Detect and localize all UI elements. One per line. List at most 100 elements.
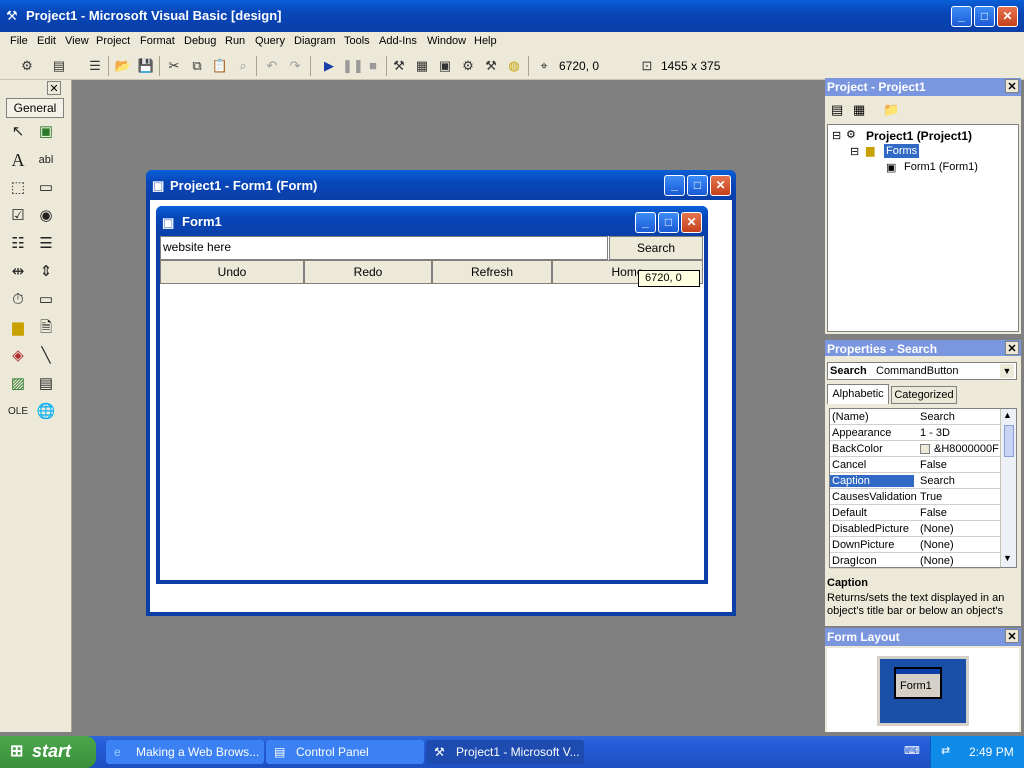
menu-project[interactable]: Project bbox=[96, 35, 130, 47]
properties-panel-close-button[interactable]: ✕ bbox=[1005, 341, 1019, 355]
form1-title-bar[interactable]: ▣ Form1 _ □ ✕ bbox=[156, 206, 708, 236]
shape-icon[interactable]: ◈ bbox=[6, 344, 30, 368]
form1-close-button[interactable]: ✕ bbox=[681, 212, 702, 233]
hscrollbar-icon[interactable]: ⇹ bbox=[6, 260, 30, 284]
clock[interactable]: 2:49 PM bbox=[969, 745, 1014, 759]
commandbutton-icon[interactable]: ▭ bbox=[34, 176, 58, 200]
redo-button[interactable]: Redo bbox=[304, 260, 432, 284]
property-row[interactable]: Default False bbox=[830, 505, 1000, 521]
webbrowser-icon[interactable]: 🌐 bbox=[34, 400, 58, 424]
menu-format[interactable]: Format bbox=[140, 35, 175, 47]
picturebox-icon[interactable]: ▣ bbox=[34, 120, 58, 144]
listbox-icon[interactable]: ☰ bbox=[34, 232, 58, 256]
drivelistbox-icon[interactable]: ▭ bbox=[34, 288, 58, 312]
menu-query[interactable]: Query bbox=[255, 35, 285, 47]
toolbox-close-button[interactable]: ✕ bbox=[47, 81, 61, 95]
vscrollbar-icon[interactable]: ⇕ bbox=[34, 260, 58, 284]
collapse-icon[interactable]: ⊟ bbox=[850, 145, 859, 158]
dirlistbox-icon[interactable]: ▆ bbox=[6, 316, 30, 340]
data-control-icon[interactable]: ▤ bbox=[34, 372, 58, 396]
start-button[interactable]: ⊞ start bbox=[0, 736, 96, 768]
menu-editor-icon[interactable]: ☰ bbox=[86, 57, 104, 75]
project-panel-close-button[interactable]: ✕ bbox=[1005, 79, 1019, 93]
search-button[interactable]: Search bbox=[609, 236, 703, 260]
ole-icon[interactable]: OLE bbox=[6, 400, 30, 424]
image-icon[interactable]: ▨ bbox=[6, 372, 30, 396]
taskbar-item-vb[interactable]: ⚒ Project1 - Microsoft V... bbox=[426, 740, 584, 764]
optionbutton-icon[interactable]: ◉ bbox=[34, 204, 58, 228]
form1-window[interactable]: ▣ Form1 _ □ ✕ website here Search Undo R… bbox=[156, 206, 708, 584]
property-row[interactable]: BackColor &H8000000F bbox=[830, 441, 1000, 457]
line-icon[interactable]: ╲ bbox=[34, 344, 58, 368]
property-row[interactable]: DisabledPicture (None) bbox=[830, 521, 1000, 537]
keyboard-icon[interactable]: ⌨ bbox=[904, 744, 920, 757]
timer-icon[interactable]: ⏱ bbox=[6, 288, 30, 312]
url-textbox[interactable]: website here bbox=[160, 236, 608, 260]
object-browser-icon[interactable]: ⚙ bbox=[459, 57, 477, 75]
paste-icon[interactable]: 📋 bbox=[211, 57, 229, 75]
tree-forms-folder[interactable]: Forms bbox=[884, 144, 920, 158]
menu-view[interactable]: View bbox=[65, 35, 89, 47]
break-icon[interactable]: ❚❚ bbox=[342, 57, 364, 75]
toolbox-general-tab[interactable]: General bbox=[6, 98, 64, 118]
redo-icon[interactable]: ↷ bbox=[286, 57, 304, 75]
frame-icon[interactable]: ⬚ bbox=[6, 176, 30, 200]
designer-minimize-button[interactable]: _ bbox=[664, 175, 685, 196]
menu-edit[interactable]: Edit bbox=[37, 35, 56, 47]
start-icon[interactable]: ▶ bbox=[320, 57, 338, 75]
tab-alphabetic[interactable]: Alphabetic bbox=[827, 384, 889, 404]
pointer-icon[interactable]: ↖ bbox=[6, 120, 30, 144]
label-icon[interactable]: A bbox=[6, 148, 30, 172]
designer-maximize-button[interactable]: □ bbox=[687, 175, 708, 196]
property-row[interactable]: DownPicture (None) bbox=[830, 537, 1000, 553]
undo-button[interactable]: Undo bbox=[160, 260, 304, 284]
toggle-folders-icon[interactable]: 📁 bbox=[883, 102, 899, 118]
taskbar-item-browser[interactable]: e Making a Web Brows... bbox=[106, 740, 264, 764]
menu-tools[interactable]: Tools bbox=[344, 35, 370, 47]
taskbar-item-control-panel[interactable]: ▤ Control Panel bbox=[266, 740, 424, 764]
menu-add-ins[interactable]: Add-Ins bbox=[379, 35, 417, 47]
refresh-button[interactable]: Refresh bbox=[432, 260, 552, 284]
layout-panel-close-button[interactable]: ✕ bbox=[1005, 629, 1019, 643]
designer-close-button[interactable]: ✕ bbox=[710, 175, 731, 196]
copy-icon[interactable]: ⧉ bbox=[188, 57, 206, 75]
menu-file[interactable]: File bbox=[10, 35, 28, 47]
find-icon[interactable]: ⌕ bbox=[234, 57, 252, 75]
filelistbox-icon[interactable]: 🗎 bbox=[34, 316, 58, 340]
combobox-icon[interactable]: ☷ bbox=[6, 232, 30, 256]
form1-maximize-button[interactable]: □ bbox=[658, 212, 679, 233]
menu-debug[interactable]: Debug bbox=[184, 35, 216, 47]
close-button[interactable]: ✕ bbox=[997, 6, 1018, 27]
open-project-icon[interactable]: 📂 bbox=[114, 57, 132, 75]
add-form-icon[interactable]: ▤ bbox=[50, 57, 68, 75]
tab-categorized[interactable]: Categorized bbox=[891, 386, 957, 404]
property-row[interactable]: (Name) Search bbox=[830, 409, 1000, 425]
form1-minimize-button[interactable]: _ bbox=[635, 212, 656, 233]
end-icon[interactable]: ■ bbox=[364, 57, 382, 75]
scroll-down-icon[interactable]: ▼ bbox=[1003, 553, 1012, 563]
cut-icon[interactable]: ✂ bbox=[165, 57, 183, 75]
project-explorer-icon[interactable]: ⚒ bbox=[390, 57, 408, 75]
tree-form1-item[interactable]: Form1 (Form1) bbox=[904, 161, 978, 173]
property-scrollbar[interactable]: ▲ ▼ bbox=[1000, 409, 1016, 567]
property-row[interactable]: Cancel False bbox=[830, 457, 1000, 473]
form-layout-icon[interactable]: ▣ bbox=[436, 57, 454, 75]
maximize-button[interactable]: □ bbox=[974, 6, 995, 27]
object-selector[interactable]: Search CommandButton ▼ bbox=[827, 362, 1017, 380]
view-object-icon[interactable]: ▦ bbox=[853, 102, 865, 118]
undo-icon[interactable]: ↶ bbox=[263, 57, 281, 75]
network-icon[interactable]: ⇄ bbox=[941, 744, 950, 757]
menu-help[interactable]: Help bbox=[474, 35, 497, 47]
textbox-icon[interactable]: abl bbox=[34, 148, 58, 172]
toolbox-icon[interactable]: ⚒ bbox=[482, 57, 500, 75]
property-row[interactable]: DragIcon (None) bbox=[830, 553, 1000, 569]
property-row[interactable]: Appearance 1 - 3D bbox=[830, 425, 1000, 441]
view-code-icon[interactable]: ▤ bbox=[831, 102, 843, 118]
chevron-down-icon[interactable]: ▼ bbox=[1000, 364, 1014, 378]
property-row-selected[interactable]: Caption Search bbox=[830, 473, 1000, 489]
minimize-button[interactable]: _ bbox=[951, 6, 972, 27]
menu-diagram[interactable]: Diagram bbox=[294, 35, 336, 47]
tree-root-project[interactable]: Project1 (Project1) bbox=[866, 129, 972, 143]
menu-window[interactable]: Window bbox=[427, 35, 466, 47]
data-view-icon[interactable]: ◍ bbox=[505, 57, 523, 75]
